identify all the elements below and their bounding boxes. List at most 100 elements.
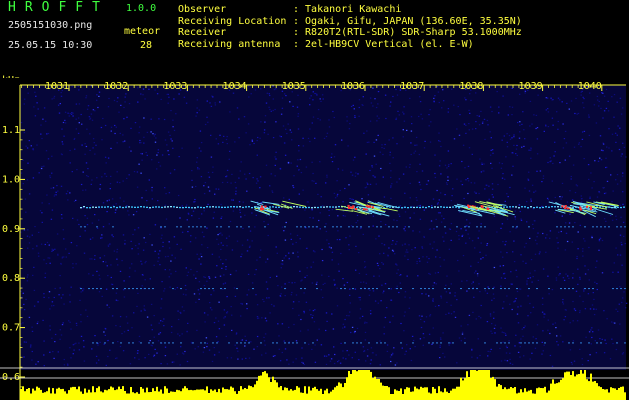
noise-speck bbox=[337, 263, 340, 265]
noise-speck bbox=[96, 270, 98, 272]
noise-speck bbox=[504, 178, 506, 180]
noise-speck bbox=[420, 326, 423, 329]
noise-speck bbox=[561, 182, 564, 184]
level-bar bbox=[110, 386, 112, 400]
noise-speck bbox=[211, 253, 214, 255]
noise-speck bbox=[204, 123, 207, 126]
level-bar bbox=[216, 392, 218, 400]
noise-speck bbox=[514, 216, 516, 218]
noise-speck bbox=[350, 171, 352, 173]
noise-speck bbox=[56, 233, 59, 235]
noise-speck bbox=[143, 136, 145, 138]
noise-speck bbox=[470, 182, 472, 184]
noise-speck bbox=[405, 350, 407, 352]
faint-line bbox=[504, 288, 506, 290]
noise-speck bbox=[216, 238, 218, 240]
faint-line bbox=[144, 288, 146, 290]
noise-speck bbox=[161, 234, 163, 236]
noise-speck bbox=[364, 187, 366, 189]
noise-speck bbox=[223, 317, 225, 319]
noise-speck bbox=[168, 276, 170, 278]
noise-speck bbox=[333, 156, 336, 158]
noise-speck bbox=[557, 128, 559, 130]
noise-speck bbox=[234, 181, 237, 183]
noise-speck bbox=[222, 244, 224, 246]
noise-speck bbox=[506, 252, 508, 254]
noise-speck bbox=[80, 314, 82, 316]
noise-speck bbox=[436, 203, 439, 205]
carrier-trace bbox=[434, 206, 436, 208]
faint-line bbox=[224, 288, 226, 290]
noise-speck bbox=[502, 256, 504, 258]
noise-speck bbox=[382, 176, 384, 178]
noise-speck bbox=[37, 252, 40, 254]
noise-speck bbox=[448, 312, 450, 314]
carrier-trace bbox=[215, 206, 217, 208]
faint-line bbox=[548, 288, 550, 290]
noise-speck bbox=[320, 196, 322, 198]
noise-speck bbox=[73, 137, 76, 140]
noise-speck bbox=[313, 321, 316, 323]
faint-line bbox=[296, 342, 298, 344]
noise-speck bbox=[105, 175, 108, 177]
noise-speck bbox=[135, 211, 138, 213]
noise-speck bbox=[352, 199, 355, 201]
noise-speck bbox=[296, 165, 298, 167]
noise-speck bbox=[362, 346, 365, 348]
noise-speck bbox=[505, 352, 508, 354]
level-bar bbox=[576, 374, 578, 400]
noise-speck bbox=[154, 141, 157, 143]
faint-line bbox=[252, 288, 254, 290]
noise-speck bbox=[90, 204, 92, 206]
noise-speck bbox=[233, 287, 236, 289]
noise-speck bbox=[492, 293, 495, 295]
noise-speck bbox=[566, 240, 569, 243]
noise-speck bbox=[265, 164, 268, 166]
noise-speck bbox=[139, 126, 141, 128]
noise-speck bbox=[107, 355, 109, 358]
faint-line bbox=[136, 288, 138, 290]
meteor-core bbox=[585, 205, 589, 208]
noise-speck bbox=[119, 270, 122, 272]
noise-speck bbox=[556, 341, 558, 343]
faint-line bbox=[212, 342, 214, 344]
noise-speck bbox=[579, 276, 581, 278]
noise-speck bbox=[527, 295, 529, 297]
noise-speck bbox=[316, 281, 318, 283]
info-key: Observer bbox=[178, 4, 227, 15]
noise-speck bbox=[532, 228, 535, 230]
noise-speck bbox=[80, 335, 83, 337]
noise-speck bbox=[240, 302, 242, 305]
noise-speck bbox=[377, 103, 379, 105]
carrier-trace bbox=[323, 206, 325, 208]
noise-speck bbox=[517, 306, 519, 308]
noise-speck bbox=[178, 93, 180, 95]
noise-speck bbox=[134, 270, 136, 272]
noise-speck bbox=[576, 257, 578, 260]
noise-speck bbox=[587, 269, 589, 271]
level-bar bbox=[374, 376, 376, 400]
noise-speck bbox=[406, 275, 408, 277]
carrier-trace bbox=[167, 206, 169, 208]
noise-speck bbox=[98, 219, 100, 221]
noise-speck bbox=[180, 346, 182, 348]
noise-speck bbox=[531, 281, 533, 283]
noise-speck bbox=[429, 273, 431, 275]
faint-line bbox=[476, 226, 478, 228]
noise-speck bbox=[571, 199, 574, 201]
noise-speck bbox=[84, 215, 86, 217]
level-bar bbox=[588, 381, 590, 400]
noise-speck bbox=[22, 183, 24, 185]
noise-speck bbox=[269, 217, 271, 219]
noise-speck bbox=[438, 132, 440, 134]
noise-speck bbox=[102, 202, 105, 204]
noise-speck bbox=[524, 138, 526, 140]
info-row-antenna: Receiving antenna : 2el-HB9CV Vertical (… bbox=[178, 39, 522, 51]
noise-speck bbox=[367, 194, 370, 196]
noise-speck bbox=[236, 347, 238, 349]
noise-speck bbox=[542, 232, 544, 235]
faint-line bbox=[488, 288, 490, 290]
noise-speck bbox=[528, 171, 530, 173]
noise-speck bbox=[450, 304, 452, 306]
level-bar bbox=[126, 393, 128, 400]
